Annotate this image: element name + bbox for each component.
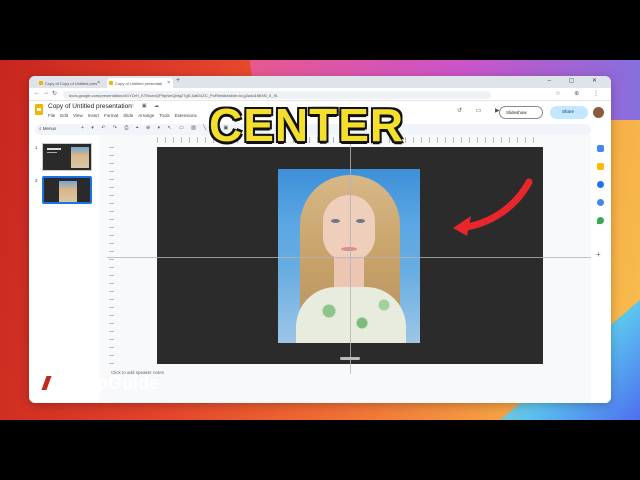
slides-favicon-icon: [39, 81, 43, 85]
tab-label: Copy of Copy of Untitled pres: [45, 81, 98, 86]
maps-icon[interactable]: [597, 217, 604, 224]
share-label: Share: [562, 109, 575, 114]
tab-bar: Copy of Copy of Untitled pres × Copy of …: [29, 76, 611, 88]
menu-format[interactable]: Format: [104, 113, 118, 118]
reload-icon[interactable]: ↻: [52, 90, 57, 97]
menu-bar: File Edit View Insert Format Slide Arran…: [48, 113, 197, 118]
document-title[interactable]: Copy of Untitled presentation: [48, 103, 132, 110]
slides-favicon-icon: [109, 81, 113, 85]
image-eye: [356, 219, 365, 223]
window-controls[interactable]: – ▢ ✕: [548, 77, 605, 84]
portrait-image[interactable]: [278, 169, 420, 343]
search-menus-field[interactable]: ⌕ Menus: [39, 126, 56, 131]
slideshow-button[interactable]: Slideshow: [499, 106, 543, 119]
workspace: 1 2 Click to add speaker notes +: [29, 135, 611, 403]
brand-name: AsapGuide: [64, 372, 160, 393]
keep-icon[interactable]: [597, 163, 604, 170]
menu-edit[interactable]: Edit: [60, 113, 68, 118]
tab-label: Copy of Untitled presentati: [115, 81, 163, 86]
star-move-cloud-icons[interactable]: ☆ ▣ ☁: [130, 103, 162, 109]
image-face: [323, 195, 375, 261]
tasks-icon[interactable]: [597, 181, 604, 188]
arrow-icon: [453, 178, 533, 236]
slideshow-label: Slideshow: [506, 110, 527, 115]
thumbnail-text: [47, 152, 57, 153]
slide-number: 1: [35, 145, 38, 150]
new-tab-button[interactable]: +: [176, 77, 180, 84]
browser-tab-2[interactable]: Copy of Untitled presentati ×: [107, 78, 173, 88]
slides-logo-icon[interactable]: [35, 104, 43, 115]
close-tab-icon[interactable]: ×: [167, 80, 170, 86]
slide-thumbnail-2[interactable]: [42, 176, 92, 204]
slide-canvas-area: Click to add speaker notes: [99, 135, 597, 403]
thumbnail-photo: [59, 181, 77, 202]
image-neck: [334, 257, 364, 287]
menu-view[interactable]: View: [73, 113, 83, 118]
image-dress: [296, 287, 406, 343]
headline-overlay: CENTER: [209, 99, 405, 151]
avatar[interactable]: [593, 107, 604, 118]
add-addon-icon[interactable]: +: [596, 250, 601, 259]
center-guide-vertical: [350, 139, 351, 374]
share-button[interactable]: Share: [550, 106, 588, 119]
forward-icon[interactable]: →: [43, 90, 49, 96]
thumbnail-text: [47, 148, 61, 150]
side-panel: +: [591, 135, 611, 403]
menu-tools[interactable]: Tools: [159, 113, 170, 118]
image-lips: [341, 247, 357, 251]
brand-watermark: AsapGuide: [36, 372, 159, 394]
menu-file[interactable]: File: [48, 113, 55, 118]
search-menus-label: Menus: [42, 126, 57, 131]
notes-resize-handle[interactable]: [340, 357, 360, 360]
menu-extensions[interactable]: Extensions: [175, 113, 197, 118]
calendar-icon[interactable]: [597, 145, 604, 152]
menu-slide[interactable]: Slide: [123, 113, 133, 118]
image-eye: [331, 219, 340, 223]
slide-thumbnail-1[interactable]: [42, 143, 92, 171]
contacts-icon[interactable]: [597, 199, 604, 206]
slide-number: 2: [35, 178, 38, 183]
menu-arrange[interactable]: Arrange: [138, 113, 154, 118]
close-tab-icon[interactable]: ×: [97, 80, 100, 86]
slide-filmstrip: 1 2: [29, 135, 99, 403]
browser-tab-1[interactable]: Copy of Copy of Untitled pres ×: [37, 78, 103, 88]
menu-insert[interactable]: Insert: [88, 113, 99, 118]
browser-toolbar-icons[interactable]: ☆ ⊕ ⋮: [555, 90, 605, 97]
asapguide-logo-icon: [36, 372, 58, 394]
thumbnail-photo: [71, 147, 89, 168]
back-icon[interactable]: ←: [34, 90, 40, 96]
center-guide-horizontal: [107, 257, 597, 258]
